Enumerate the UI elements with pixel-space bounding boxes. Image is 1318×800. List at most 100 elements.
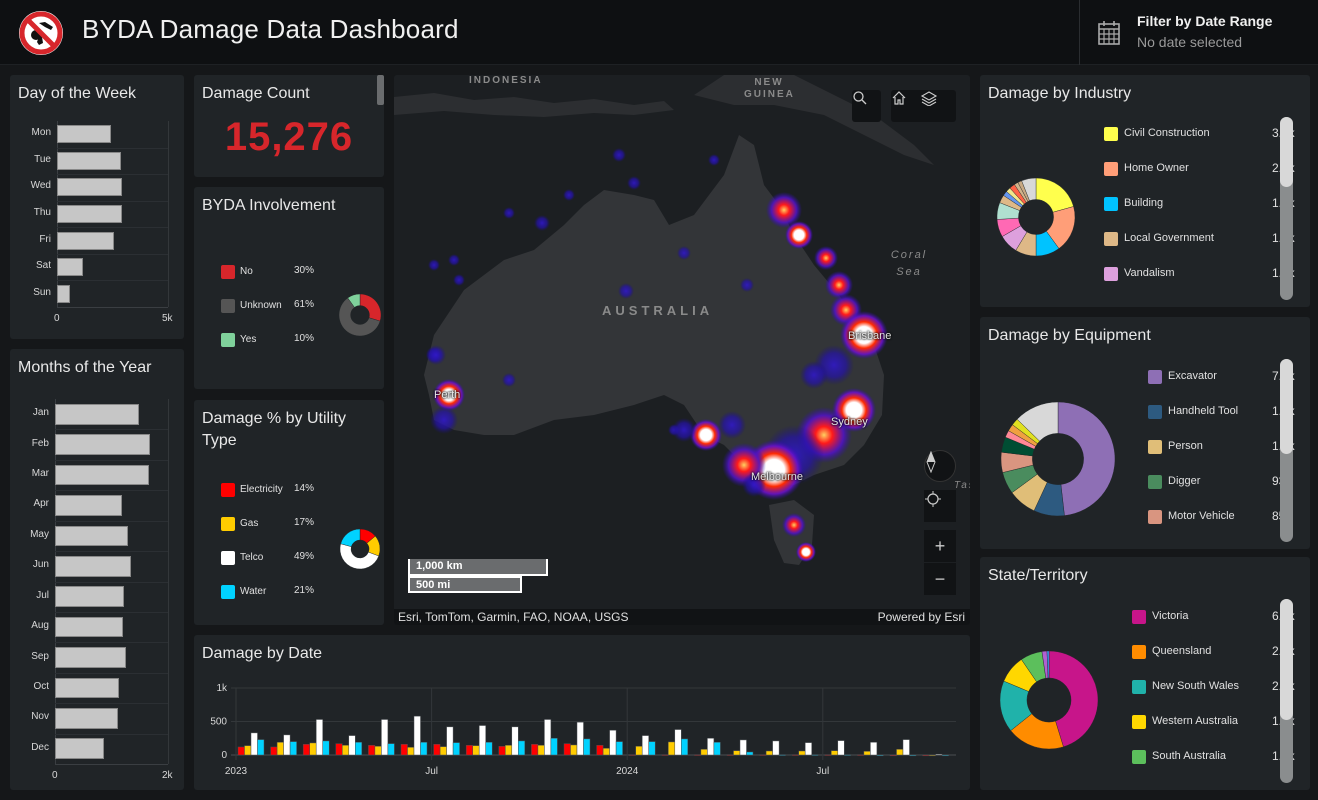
bar-electricity-2024-07[interactable] [824,754,832,756]
legend-item-yes[interactable]: Yes 10% [221,333,321,347]
bar-telco-2024-07[interactable] [837,740,845,756]
bar-gas-2023-11[interactable] [570,744,578,756]
map-home-button[interactable] [891,90,920,122]
bar-gas-2024-08[interactable] [863,751,871,756]
bar-jul[interactable] [55,586,125,608]
bar-water-2023-11[interactable] [583,738,591,756]
legend-item-water[interactable]: Water 21% [221,585,321,599]
bar-gas-2023-05[interactable] [374,746,382,756]
bar-electricity-2024-01[interactable] [628,754,636,756]
equipment-scrollbar[interactable] [1280,359,1293,542]
legend-item-no[interactable]: No 30% [221,265,321,279]
bar-electricity-2023-08[interactable] [465,745,473,756]
powered-by-esri[interactable]: Powered by Esri [878,610,965,624]
bar-water-2023-07[interactable] [452,742,460,756]
bar-telco-2023-07[interactable] [446,726,454,756]
bar-electricity-2023-11[interactable] [563,743,571,756]
bar-telco-2024-09[interactable] [902,739,910,756]
legend-item-gas[interactable]: Gas 17% [221,517,321,531]
donut-slice[interactable] [1057,401,1116,516]
bar-electricity-2023-01[interactable] [237,746,245,756]
bar-electricity-2023-04[interactable] [335,743,343,756]
bar-water-2024-02[interactable] [681,738,689,756]
bar-telco-2023-01[interactable] [250,732,258,756]
bar-water-2023-08[interactable] [485,742,493,756]
bar-telco-2023-05[interactable] [381,719,389,756]
map-zoom-out-button[interactable]: − [924,563,956,595]
bar-telco-2024-06[interactable] [804,742,812,756]
bar-electricity-2024-08[interactable] [857,754,865,756]
bar-electricity-2023-12[interactable] [596,745,604,756]
bar-water-2024-08[interactable] [876,754,884,757]
bar-gas-2024-05[interactable] [765,750,773,756]
bar-water-2024-04[interactable] [746,751,754,756]
bar-sep[interactable] [55,647,127,668]
bar-water-2023-12[interactable] [615,741,623,756]
bar-gas-2024-01[interactable] [635,746,643,756]
bar-water-2023-05[interactable] [387,743,395,756]
bar-gas-2023-12[interactable] [602,748,610,756]
bar-electricity-2024-02[interactable] [661,754,669,756]
bar-electricity-2023-09[interactable] [498,746,506,756]
bar-jun[interactable] [55,555,132,577]
bar-gas-2023-03[interactable] [309,742,317,756]
map-compass-button[interactable] [924,450,956,482]
state-scrollbar[interactable] [1280,599,1293,783]
bar-jan[interactable] [55,403,139,425]
bar-gas-2024-10[interactable] [928,754,936,757]
bar-electricity-2023-02[interactable] [270,746,278,756]
bar-telco-2024-05[interactable] [772,740,780,756]
bar-water-2024-01[interactable] [648,741,656,756]
bar-may[interactable] [55,525,129,547]
bar-water-2023-04[interactable] [355,742,363,756]
bar-mon[interactable] [57,125,112,144]
legend-item-unknown[interactable]: Unknown 61% [221,299,321,313]
bar-water-2023-03[interactable] [322,740,330,756]
bar-water-2023-06[interactable] [420,742,428,756]
bar-gas-2024-09[interactable] [896,749,904,756]
bar-telco-2024-08[interactable] [870,742,878,756]
bar-water-2024-10[interactable] [941,754,949,757]
bar-water-2024-05[interactable] [778,754,786,756]
bar-electricity-2024-03[interactable] [694,754,702,756]
donut-slice[interactable] [359,293,382,322]
bar-water-2023-10[interactable] [550,738,558,756]
bar-feb[interactable] [55,434,151,455]
bar-wed[interactable] [57,178,123,197]
bar-telco-2023-12[interactable] [609,729,617,756]
scroll-thumb[interactable] [1280,117,1293,187]
bar-sat[interactable] [57,258,84,277]
bar-telco-2023-03[interactable] [315,719,323,756]
bar-mar[interactable] [55,464,150,486]
scrollbar[interactable] [377,75,384,105]
bar-oct[interactable] [55,677,120,699]
bar-water-2023-01[interactable] [257,739,265,756]
bar-gas-2023-08[interactable] [472,745,480,756]
bar-telco-2023-02[interactable] [283,734,291,756]
bar-telco-2023-04[interactable] [348,735,356,756]
date-range-filter[interactable]: Filter by Date Range No date selected [1079,0,1318,65]
bar-gas-2023-02[interactable] [276,742,284,756]
bar-nov[interactable] [55,708,118,729]
bar-telco-2023-08[interactable] [478,725,486,756]
map-zoom-in-button[interactable]: + [924,530,956,562]
donut-slice[interactable] [1035,177,1074,213]
bar-gas-2023-06[interactable] [407,747,415,756]
legend-item-electricity[interactable]: Electricity 14% [221,483,321,497]
bar-electricity-2024-05[interactable] [759,754,767,756]
bar-gas-2023-10[interactable] [537,745,545,756]
bar-water-2024-07[interactable] [844,754,852,756]
bar-gas-2023-04[interactable] [342,745,350,756]
bar-thu[interactable] [57,204,123,224]
industry-scrollbar[interactable] [1280,117,1293,300]
bar-water-2024-09[interactable] [909,754,917,757]
bar-gas-2024-02[interactable] [668,741,676,756]
bar-gas-2023-01[interactable] [244,745,252,756]
bar-aug[interactable] [55,616,124,638]
bar-electricity-2023-03[interactable] [302,744,310,756]
bar-gas-2024-07[interactable] [831,750,839,756]
bar-telco-2023-09[interactable] [511,726,519,756]
bar-telco-2023-06[interactable] [413,715,421,756]
legend-item-telco[interactable]: Telco 49% [221,551,321,565]
bar-gas-2024-03[interactable] [700,749,708,756]
